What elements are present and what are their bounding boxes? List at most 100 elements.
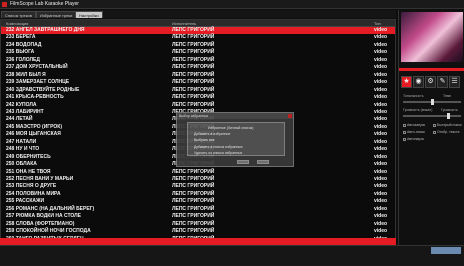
track-artist: ЛЕПС ГРИГОРИЙ (172, 190, 215, 197)
tab-track-list[interactable]: Список треков (1, 11, 36, 18)
table-row[interactable]: 232 АНГЕЛ ЗАВТРАШНЕГО ДНЯ ЛЕПС ГРИГОРИЙ vi… (1, 27, 395, 34)
table-row[interactable]: 233 БЕРЕГА ЛЕПС ГРИГОРИЙ video (1, 34, 395, 41)
dialog-line-remove-list[interactable]: Удалить из списка избранных (194, 151, 242, 155)
track-title: 233 БЕРЕГА (6, 34, 36, 41)
table-row[interactable]: 258 СЛОВА (ФОРТЕПИАНО) ЛЕПС ГРИГОРИЙ video (1, 221, 395, 228)
track-title: 243 ЛАБИРИНТ (6, 108, 44, 115)
volume-slider-knob[interactable] (447, 113, 450, 119)
table-row[interactable]: 259 СПОКОЙНОЙ НОЧИ ГОСПОДА ЛЕПС ГРИГОРИЙ v… (1, 228, 395, 235)
settings-icon[interactable]: ⚙ (425, 76, 436, 88)
status-bar (0, 245, 464, 266)
search-icon[interactable]: ✎ (437, 76, 448, 88)
playback-progress-bar[interactable] (0, 238, 396, 245)
dialog-line-add[interactable]: Добавить в избранное (194, 132, 230, 136)
track-type: video (374, 116, 388, 123)
slider-label-volume: Громкость (441, 108, 458, 112)
key-slider-knob[interactable] (431, 99, 434, 105)
track-artist: ЛЕПС ГРИГОРИЙ (172, 198, 215, 205)
table-row[interactable]: 257 РЮМКА ВОДКИ НА СТОЛЕ ЛЕПС ГРИГОРИЙ vid… (1, 213, 395, 220)
track-artist: ЛЕПС ГРИГОРИЙ (172, 79, 215, 86)
track-artist: ЛЕПС ГРИГОРИЙ (172, 176, 215, 182)
track-title: 245 МАЭСТРО (ИГРОК) (6, 123, 62, 130)
tab-favorites[interactable]: Избранные треки (36, 11, 77, 18)
dialog-line-select-all[interactable]: Выбрать все (194, 138, 215, 142)
table-row[interactable]: 251 ОНА НЕ ТВОЯ ЛЕПС ГРИГОРИЙ video (1, 169, 395, 176)
table-row[interactable]: 254 ПОЛОВИНА МИРА ЛЕПС ГРИГОРИЙ video (1, 191, 395, 198)
table-row[interactable]: 241 КРЫСА-РЕВНОСТЬ ЛЕПС ГРИГОРИЙ video (1, 94, 395, 101)
track-type: video (374, 49, 388, 56)
track-type: video (374, 213, 388, 220)
header-type[interactable]: Тип (374, 21, 381, 26)
checkbox-auto-search[interactable]: Авто-поиск (403, 130, 425, 134)
track-type: video (374, 71, 388, 78)
dialog-ok-button[interactable] (237, 160, 249, 164)
track-artist: ЛЕПС ГРИГОРИЙ (172, 220, 215, 227)
video-preview (401, 12, 463, 62)
action-button[interactable] (431, 247, 461, 254)
key-slider[interactable] (403, 99, 461, 105)
checkbox-autostart[interactable]: Автозапуск (403, 123, 425, 127)
close-icon[interactable] (288, 114, 292, 118)
dialog-title: Выбор избранных (177, 113, 293, 119)
checkbox-autopause[interactable]: Автопауза (403, 137, 424, 141)
track-artist: ЛЕПС ГРИГОРИЙ (172, 71, 215, 78)
table-row[interactable]: 238 ЖИЛ БЫЛ Я ЛЕПС ГРИГОРИЙ video (1, 72, 395, 79)
track-type: video (374, 64, 388, 71)
track-type: video (374, 108, 388, 115)
track-title: 236 ГОЛОЛЕД (6, 56, 40, 63)
dialog-line-add-list[interactable]: Добавить в список избранных (194, 145, 243, 149)
track-title: 234 ВОДОПАД (6, 41, 42, 48)
star-icon[interactable]: ★ (401, 76, 412, 88)
track-type: video (374, 161, 388, 168)
table-row[interactable]: 234 ВОДОПАД ЛЕПС ГРИГОРИЙ video (1, 42, 395, 49)
dialog-cancel-button[interactable] (257, 160, 269, 164)
track-type: video (374, 153, 388, 160)
track-type: video (374, 131, 388, 138)
track-type: video (374, 41, 388, 48)
dialog-content: Избранное (Личный список) Добавить в изб… (187, 122, 285, 156)
track-title: 251 ОНА НЕ ТВОЯ (6, 168, 51, 175)
track-type: video (374, 79, 388, 86)
track-title: 246 МОЯ ЦЫГАНСКАЯ (6, 131, 61, 138)
checkbox-quick-search[interactable]: Быстрый поиск (433, 123, 462, 127)
table-row[interactable]: 240 ЗДРАВСТВУЙТЕ РОДНЫЕ ЛЕПС ГРИГОРИЙ vide… (1, 87, 395, 94)
table-row[interactable]: 239 ЗАМЕРЗАЕТ СОЛНЦЕ ЛЕПС ГРИГОРИЙ video (1, 79, 395, 86)
track-title: 238 ЖИЛ БЫЛ Я (6, 71, 46, 78)
record-icon[interactable]: ◉ (413, 76, 424, 88)
table-row[interactable]: 256 РОМАНС (НА ДАЛЬНИЙ БЕРЕГ) ЛЕПС ГРИГОР… (1, 206, 395, 213)
table-row[interactable]: 236 ГОЛОЛЕД ЛЕПС ГРИГОРИЙ video (1, 57, 395, 64)
track-type: video (374, 27, 388, 33)
header-artist[interactable]: Исполнитель (172, 21, 196, 26)
track-title: 254 ПОЛОВИНА МИРА (6, 190, 61, 197)
track-title: 258 СЛОВА (ФОРТЕПИАНО) (6, 220, 75, 227)
table-row[interactable]: 252 ПЕСНЯ ВАНИ У МАРЬИ ЛЕПС ГРИГОРИЙ video (1, 176, 395, 183)
track-artist: ЛЕПС ГРИГОРИЙ (172, 94, 215, 101)
track-type: video (374, 220, 388, 227)
track-artist: ЛЕПС ГРИГОРИЙ (172, 27, 215, 33)
table-row[interactable]: 237 ДОМ ХРУСТАЛЬНЫЙ ЛЕПС ГРИГОРИЙ video (1, 64, 395, 71)
track-title: 237 ДОМ ХРУСТАЛЬНЫЙ (6, 64, 68, 71)
table-row[interactable]: 255 РАССКАЖИ ЛЕПС ГРИГОРИЙ video (1, 198, 395, 205)
volume-slider[interactable] (403, 113, 461, 119)
table-row[interactable]: 253 ПЕСНЯ О ДРУГЕ ЛЕПС ГРИГОРИЙ video (1, 183, 395, 190)
track-type: video (374, 86, 388, 93)
tab-settings[interactable]: Настройки (75, 11, 103, 18)
track-title: 255 РАССКАЖИ (6, 198, 45, 205)
track-title: 239 ЗАМЕРЗАЕТ СОЛНЦЕ (6, 79, 70, 86)
track-type: video (374, 190, 388, 197)
header-title[interactable]: Композиция (6, 21, 28, 26)
table-row[interactable]: 235 ВЬЮГА ЛЕПС ГРИГОРИЙ video (1, 49, 395, 56)
control-icons: ★ ◉ ⚙ ✎ ☰ (401, 76, 463, 88)
track-title: 253 ПЕСНЯ О ДРУГЕ (6, 183, 57, 190)
table-row[interactable]: 242 КУПОЛА ЛЕПС ГРИГОРИЙ video (1, 102, 395, 109)
preview-progress[interactable] (399, 68, 464, 71)
track-artist: ЛЕПС ГРИГОРИЙ (172, 168, 215, 175)
checkbox-lyrics[interactable]: Отобр. текста (433, 130, 459, 134)
track-type: video (374, 183, 388, 190)
track-artist: ЛЕПС ГРИГОРИЙ (172, 56, 215, 63)
list-icon[interactable]: ☰ (449, 76, 460, 88)
track-artist: ЛЕПС ГРИГОРИЙ (172, 205, 215, 212)
dialog-line-favorites: Избранное (Личный список) (208, 126, 254, 130)
right-panel: ★ ◉ ⚙ ✎ ☰ Тональность Темп Громкость (во… (398, 10, 464, 245)
app-icon (2, 2, 7, 7)
